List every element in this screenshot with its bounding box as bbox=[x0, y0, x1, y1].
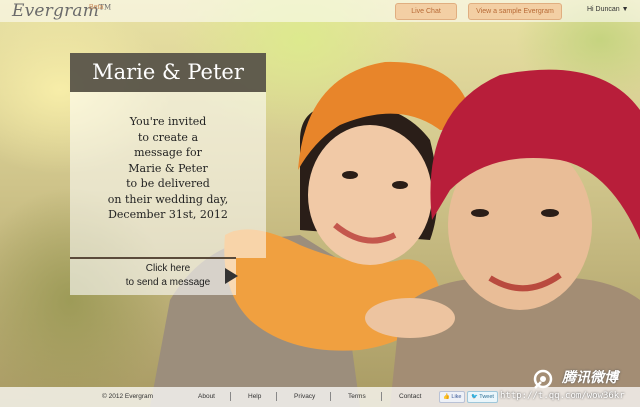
tencent-weibo-watermark: 腾讯微博 http://t.qq.com/wow36kr bbox=[494, 365, 640, 407]
invitation-text: You're invited to create a message for M… bbox=[70, 114, 266, 223]
invite-line: message for bbox=[134, 146, 202, 159]
footer-separator bbox=[276, 392, 277, 401]
footer-separator bbox=[230, 392, 231, 401]
watermark-title: 腾讯微博 bbox=[562, 369, 618, 385]
footer-link-contact[interactable]: Contact bbox=[399, 393, 421, 400]
invite-line: on their wedding day, bbox=[107, 192, 229, 206]
copyright-text: © 2012 Evergram bbox=[102, 393, 154, 400]
facebook-like-button[interactable]: 👍 Like bbox=[439, 391, 466, 403]
invite-line: December 31st, 2012 bbox=[108, 208, 228, 221]
watermark-url: http://t.qq.com/wow36kr bbox=[500, 391, 625, 401]
invite-line: You're invited bbox=[129, 115, 207, 128]
couple-title: Marie & Peter bbox=[70, 53, 266, 92]
invite-line: to create a bbox=[137, 130, 198, 144]
invitation-card: You're invited to create a message for M… bbox=[70, 92, 266, 258]
footer-link-help[interactable]: Help bbox=[248, 393, 261, 400]
send-message-label[interactable]: Click here to send a message bbox=[108, 262, 228, 290]
invite-line: Marie & Peter bbox=[128, 161, 208, 175]
footer-link-privacy[interactable]: Privacy bbox=[294, 393, 315, 400]
live-chat-button[interactable]: Live Chat bbox=[395, 3, 457, 20]
invite-line: to be delivered bbox=[126, 177, 210, 190]
beta-badge: Beta bbox=[89, 4, 104, 11]
play-arrow-icon[interactable] bbox=[225, 268, 238, 284]
footer-link-terms[interactable]: Terms bbox=[348, 393, 366, 400]
user-menu[interactable]: Hi Duncan ▼ bbox=[587, 6, 629, 13]
send-message-button[interactable]: Click here to send a message bbox=[70, 259, 238, 295]
footer-separator bbox=[330, 392, 331, 401]
footer-separator bbox=[381, 392, 382, 401]
footer-link-about[interactable]: About bbox=[198, 393, 215, 400]
top-header-bar: EvergramTM Beta Live Chat View a sample … bbox=[0, 0, 640, 22]
view-sample-button[interactable]: View a sample Evergram bbox=[468, 3, 562, 20]
weibo-logo-icon bbox=[533, 369, 553, 389]
